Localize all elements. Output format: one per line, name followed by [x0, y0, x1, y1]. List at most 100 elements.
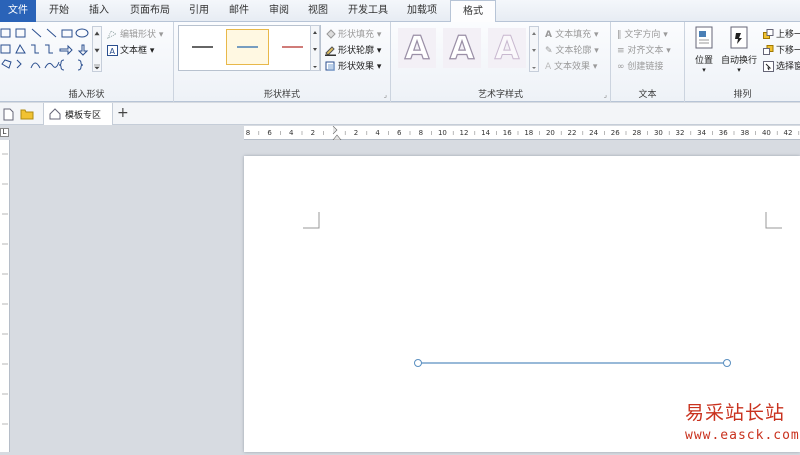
new-document-icon[interactable]	[3, 108, 14, 121]
margin-mark-left	[303, 212, 320, 229]
ruler-label: 24	[589, 129, 598, 137]
ruler-label: 12	[460, 129, 469, 137]
wrap-text-label: 自动换行	[721, 56, 758, 66]
ruler-label: 6	[397, 129, 402, 137]
shape-gallery-scroll[interactable]	[92, 26, 102, 72]
ruler-label: 6	[267, 129, 272, 137]
text-box-icon: A	[107, 45, 118, 56]
text-box-label: 文本框	[120, 46, 148, 56]
template-zone-tab[interactable]: 模板专区	[43, 103, 113, 125]
create-link-button[interactable]: ∞ 创建链接	[617, 59, 663, 72]
position-icon	[695, 26, 713, 49]
shape-fill-button[interactable]: 形状填充 ▾	[325, 27, 381, 40]
ruler-label: 8	[246, 129, 250, 137]
ruler-label: 4	[375, 129, 380, 137]
line-start-handle[interactable]	[414, 359, 422, 367]
text-fill-icon: A	[545, 30, 556, 40]
ruler-label: 38	[740, 129, 749, 137]
create-link-label: 创建链接	[627, 62, 664, 72]
tab-mailings[interactable]: 邮件	[220, 0, 258, 22]
shape-effects-button[interactable]: 形状效果 ▾	[325, 59, 381, 72]
send-backward-button[interactable]: 下移一	[763, 43, 800, 56]
folder-icon[interactable]	[20, 108, 34, 120]
text-outline-icon: ✎	[545, 46, 556, 56]
document-tab-bar: 模板专区 +	[0, 103, 800, 125]
text-direction-label: 文字方向	[624, 30, 661, 40]
paint-bucket-icon	[326, 29, 336, 39]
tab-file[interactable]: 文件	[0, 0, 36, 22]
shape-effects-label: 形状效果	[338, 62, 375, 72]
position-label: 位置	[694, 56, 713, 66]
tab-page-layout[interactable]: 页面布局	[122, 0, 178, 22]
shape-style-gallery-scroll[interactable]	[310, 25, 320, 71]
ruler-label: 42	[784, 129, 793, 137]
tab-developer[interactable]: 开发工具	[340, 0, 396, 22]
tab-insert[interactable]: 插入	[80, 0, 118, 22]
wordart-style-3[interactable]: A	[488, 28, 526, 68]
shape-picker-gallery[interactable]	[0, 26, 104, 74]
dialog-launcher-icon[interactable]: ⌟	[604, 91, 607, 99]
bring-forward-label: 上移一	[776, 30, 800, 40]
text-effects-label: 文本效果	[554, 62, 591, 72]
shape-style-sample-1[interactable]	[181, 29, 224, 65]
ribbon: 编辑形状 ▾ A 文本框 ▾ 插入形状 形状填充 ▾ 形状轮廓 ▾ 形状效果 ▾…	[0, 22, 800, 102]
arrange-group: 位置 ▾ 自动换行 ▾ 上移一 下移一 选择窗 排列	[685, 22, 800, 102]
bring-forward-icon	[763, 29, 774, 39]
tab-references[interactable]: 引用	[180, 0, 218, 22]
ruler-label: 2	[311, 129, 315, 137]
arrange-label: 排列	[733, 90, 752, 100]
ruler-label: 4	[289, 129, 294, 137]
pen-icon	[325, 46, 336, 56]
text-effects-icon: A	[545, 62, 555, 72]
shape-styles-group: 形状填充 ▾ 形状轮廓 ▾ 形状效果 ▾ 形状样式 ⌟	[174, 22, 391, 102]
edit-shape-button[interactable]: 编辑形状 ▾	[107, 27, 163, 40]
ruler-label: 26	[611, 129, 620, 137]
insert-shapes-group: 编辑形状 ▾ A 文本框 ▾ 插入形状	[0, 22, 174, 102]
ruler-label: 34	[697, 129, 706, 137]
wrap-text-button[interactable]: 自动换行 ▾	[721, 26, 757, 74]
shape-outline-label: 形状轮廓	[338, 46, 375, 56]
template-zone-label: 模板专区	[65, 111, 102, 121]
send-backward-icon	[763, 45, 774, 55]
link-icon: ∞	[617, 62, 628, 72]
dialog-launcher-icon[interactable]: ⌟	[384, 91, 387, 99]
tab-format[interactable]: 格式	[450, 0, 496, 23]
ruler-label: 30	[654, 129, 663, 137]
tab-view[interactable]: 视图	[299, 0, 337, 22]
shape-style-sample-2[interactable]	[226, 29, 269, 65]
tab-home[interactable]: 开始	[40, 0, 78, 22]
indent-marker[interactable]	[332, 125, 342, 141]
ruler-label: 16	[503, 129, 512, 137]
vertical-ruler[interactable]	[0, 140, 10, 452]
text-effects-button[interactable]: A 文本效果 ▾	[545, 59, 597, 72]
ruler-label: 32	[676, 129, 685, 137]
insert-shapes-label: 插入形状	[68, 90, 105, 100]
text-box-button[interactable]: A 文本框 ▾	[107, 43, 154, 56]
shape-style-sample-3[interactable]	[271, 29, 314, 65]
text-outline-button[interactable]: ✎ 文本轮廓 ▾	[545, 43, 599, 56]
wordart-gallery-scroll[interactable]	[529, 26, 539, 72]
selection-pane-icon	[763, 61, 774, 72]
menu-bar: 文件 开始 插入 页面布局 引用 邮件 审阅 视图 开发工具 加载项 格式	[0, 0, 800, 23]
wordart-style-1[interactable]: A	[398, 28, 436, 68]
align-text-button[interactable]: ≡ 对齐文本 ▾	[617, 43, 671, 56]
text-group-label: 文本	[638, 90, 657, 100]
bring-forward-button[interactable]: 上移一	[763, 27, 800, 40]
shape-outline-button[interactable]: 形状轮廓 ▾	[325, 43, 381, 56]
line-end-handle[interactable]	[723, 359, 731, 367]
tab-stop-selector[interactable]: L	[0, 128, 9, 137]
watermark-url: www.easck.com	[685, 428, 800, 443]
ruler-label: 14	[481, 129, 490, 137]
text-direction-button[interactable]: ‖ 文字方向 ▾	[617, 27, 668, 40]
text-fill-button[interactable]: A 文本填充 ▾	[545, 27, 599, 40]
add-tab-button[interactable]: +	[117, 105, 129, 121]
tab-addins[interactable]: 加载项	[398, 0, 446, 22]
position-button[interactable]: 位置 ▾	[689, 26, 719, 74]
wordart-style-2[interactable]: A	[443, 28, 481, 68]
tab-review[interactable]: 审阅	[260, 0, 298, 22]
align-text-icon: ≡	[617, 46, 628, 56]
margin-mark-right	[765, 212, 782, 229]
wrap-text-icon	[730, 26, 748, 49]
horizontal-ruler[interactable]: 8 6 4 2 2 4 6 8 10 12 14 16 18 20 22 24 26 28 30 32 34 36 38 40…	[244, 125, 800, 141]
selection-pane-button[interactable]: 选择窗	[763, 59, 800, 72]
